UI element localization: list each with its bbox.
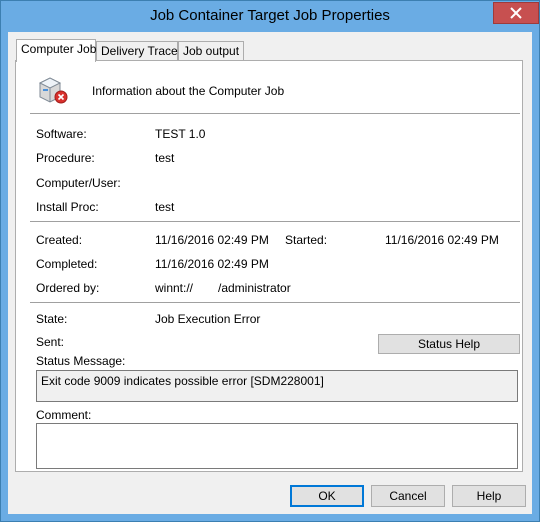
install-proc-value: test [155,200,175,214]
help-button[interactable]: Help [452,485,526,507]
panel-header-text: Information about the Computer Job [92,84,285,98]
comment-label: Comment: [36,408,92,422]
comment-field[interactable] [36,423,518,469]
state-label: State: [36,312,68,326]
status-message-box[interactable]: Exit code 9009 indicates possible error … [36,370,518,402]
computer-user-label: Computer/User: [36,176,121,190]
tab-delivery-trace[interactable]: Delivery Trace [96,41,178,60]
separator [30,221,520,222]
cancel-button[interactable]: Cancel [371,485,445,507]
procedure-label: Procedure: [36,151,95,165]
dialog-body: Computer Job Delivery Trace Job output I… [8,32,532,514]
install-proc-label: Install Proc: [36,200,99,214]
status-help-button[interactable]: Status Help [378,334,520,354]
started-label: Started: [285,233,328,247]
computer-job-error-icon [38,77,68,104]
separator [30,302,520,303]
started-value: 11/16/2016 02:49 PM [385,233,499,247]
tab-job-output[interactable]: Job output [178,41,244,60]
close-button[interactable] [493,2,539,24]
created-value: 11/16/2016 02:49 PM [155,233,269,247]
state-value: Job Execution Error [155,312,261,326]
sent-label: Sent: [36,335,65,349]
software-value: TEST 1.0 [155,127,206,141]
status-message-text: Exit code 9009 indicates possible error … [41,374,324,388]
ok-button[interactable]: OK [290,485,364,507]
computer-job-panel: Information about the Computer Job Softw… [15,60,523,472]
ordered-by-prefix: winnt:// [155,281,194,295]
close-icon [510,7,522,19]
window-title: Job Container Target Job Properties [150,7,390,24]
ordered-by-label: Ordered by: [36,281,100,295]
separator [30,113,520,114]
title-bar[interactable]: Job Container Target Job Properties [1,1,539,32]
procedure-value: test [155,151,175,165]
ordered-by-suffix: /administrator [218,281,291,295]
dialog-window: Job Container Target Job Properties Comp… [0,0,540,522]
completed-value: 11/16/2016 02:49 PM [155,257,269,271]
completed-label: Completed: [36,257,98,271]
software-label: Software: [36,127,87,141]
status-message-label: Status Message: [36,354,126,368]
tab-computer-job[interactable]: Computer Job [16,39,96,62]
created-label: Created: [36,233,83,247]
